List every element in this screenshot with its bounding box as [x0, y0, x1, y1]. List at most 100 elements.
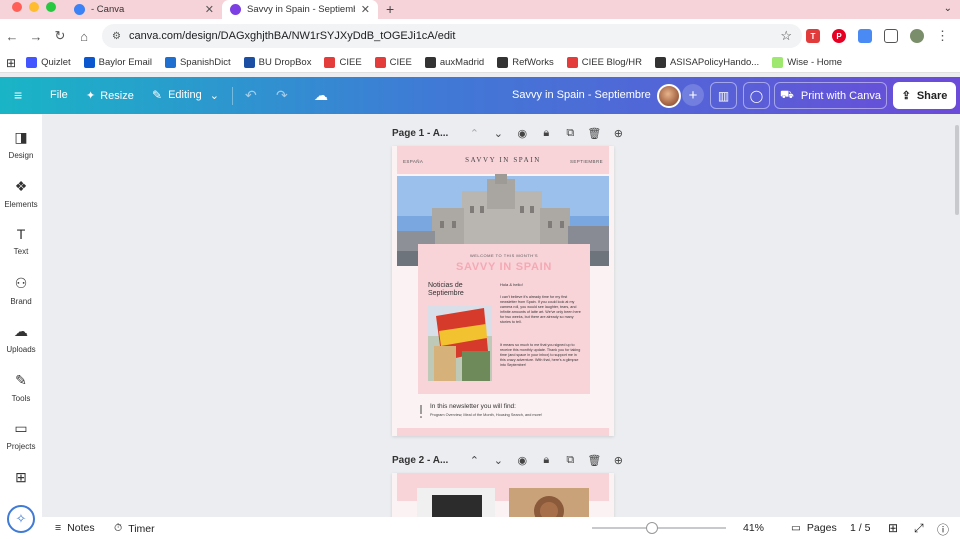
bookmark-item[interactable]: Baylor Email [83, 57, 152, 68]
close-tab-icon[interactable]: ✕ [205, 3, 214, 16]
undo-icon[interactable]: ↶ [245, 87, 257, 104]
document-title[interactable]: Savvy in Spain - Septiembre [512, 89, 651, 101]
extension-icon[interactable]: T [806, 29, 820, 43]
sidebar-item-apps[interactable]: ⊞ [0, 469, 42, 491]
maximize-window-button[interactable] [46, 2, 56, 12]
sidebar-item-text[interactable]: T Text [0, 226, 42, 256]
home-icon[interactable]: ⌂ [72, 29, 96, 44]
extension-icon[interactable] [858, 29, 872, 43]
lock-icon[interactable]: 🔒︎ [534, 127, 558, 140]
newsletter-page-1[interactable]: ESPAÑA SAVVY IN SPAIN SEPTIEMBRE WELCOME… [392, 146, 614, 436]
newsletter-artwork [397, 146, 609, 436]
sidebar-item-brand[interactable]: ⚇ Brand [0, 275, 42, 306]
comment-icon[interactable]: ◯ [743, 82, 770, 109]
sidebar-item-label: Brand [10, 296, 32, 306]
add-page-icon[interactable]: ⊕ [606, 454, 630, 467]
profile-avatar[interactable] [910, 29, 924, 43]
chevron-up-icon[interactable]: ⌃ [462, 454, 486, 467]
fullscreen-icon[interactable]: ⤢ [914, 521, 924, 536]
eye-icon[interactable]: ◉ [510, 454, 534, 467]
canvas-scrollbar[interactable] [955, 125, 959, 215]
pages-icon: ▭ [791, 522, 801, 534]
help-icon[interactable]: ⓘ [937, 521, 949, 538]
sidebar-item-tools[interactable]: ✎ Tools [0, 372, 42, 403]
bookmark-item[interactable]: CIEE Blog/HR [566, 57, 642, 68]
editing-mode-button[interactable]: ✎ Editing ⌄ [152, 88, 219, 102]
design-canvas[interactable]: Page 1 - A... ⌃ ⌄ ◉ 🔒︎ ⧉ 🗑︎ ⊕ ESPAÑA SAV… [42, 114, 960, 517]
hamburger-menu-icon[interactable]: ≡ [14, 87, 22, 103]
zoom-slider[interactable] [592, 522, 726, 534]
chevron-down-icon[interactable]: ⌄ [944, 3, 952, 14]
page-2-title[interactable]: Page 2 - A... [392, 455, 448, 466]
insights-chart-icon[interactable]: ▥ [710, 82, 737, 109]
chevron-down-icon[interactable]: ⌄ [486, 127, 510, 140]
sidebar-item-design[interactable]: ◨ Design [0, 129, 42, 160]
trash-icon[interactable]: 🗑︎ [582, 127, 606, 140]
sidebar-item-elements[interactable]: ❖ Elements [0, 178, 42, 209]
newsletter-title: SAVVY IN SPAIN [456, 261, 552, 273]
bookmark-item[interactable]: Wise - Home [772, 57, 842, 68]
bookmark-item[interactable]: RefWorks [497, 57, 554, 68]
notes-button[interactable]: ≡ Notes [55, 522, 95, 534]
chevron-down-icon[interactable]: ⌄ [486, 454, 510, 467]
grid-view-icon[interactable]: ⊞ [888, 521, 898, 535]
apps-grid-icon[interactable]: ⊞ [6, 56, 16, 70]
bookmark-item[interactable]: ASISAPolicyHando... [654, 57, 759, 68]
page-1-title[interactable]: Page 1 - A... [392, 128, 448, 139]
add-collaborator-button[interactable]: + [682, 84, 704, 106]
bookmark-label: CIEE [339, 57, 362, 68]
trash-icon[interactable]: 🗑︎ [582, 454, 606, 467]
bookmark-label: BU DropBox [258, 57, 312, 68]
sidebar-item-uploads[interactable]: ☁ Uploads [0, 323, 42, 354]
magic-assistant-button[interactable]: ✧ [7, 505, 35, 533]
bookmark-item[interactable]: Quizlet [26, 57, 71, 68]
bookmark-favicon-icon [26, 57, 38, 68]
canva-favicon-icon [230, 4, 241, 15]
add-page-icon[interactable]: ⊕ [606, 127, 630, 140]
close-tab-icon[interactable]: ✕ [361, 3, 370, 16]
bookmark-item[interactable]: auxMadrid [424, 57, 484, 68]
chevron-up-icon[interactable]: ⌃ [462, 127, 486, 140]
reload-icon[interactable]: ↻ [48, 28, 72, 44]
zoom-level[interactable]: 41% [743, 522, 764, 534]
zoom-slider-handle[interactable] [646, 522, 659, 534]
pages-button[interactable]: ▭ Pages [791, 522, 837, 534]
more-menu-icon[interactable]: ⋮ [936, 28, 949, 44]
eye-icon[interactable]: ◉ [510, 127, 534, 140]
lock-icon[interactable]: 🔒︎ [534, 454, 558, 467]
bookmark-item[interactable]: CIEE [324, 57, 362, 68]
pinterest-icon[interactable]: P [832, 29, 846, 43]
url-text[interactable]: canva.com/design/DAGxghjthBA/NW1rSYJXyDd… [129, 30, 780, 42]
new-tab-icon[interactable]: + [386, 1, 394, 19]
page-counter[interactable]: 1 / 5 [850, 522, 870, 534]
site-info-icon[interactable]: ⚙ [112, 31, 121, 42]
forward-icon[interactable]: → [24, 29, 48, 44]
text-icon: T [16, 226, 26, 242]
newsletter-page-2[interactable] [392, 473, 614, 517]
sidebar-item-projects[interactable]: ▭ Projects [0, 420, 42, 451]
redo-icon[interactable]: ↷ [276, 87, 288, 104]
cloud-saved-icon[interactable]: ☁ [314, 87, 328, 104]
timer-button[interactable]: ⏱︎ Timer [114, 522, 155, 535]
bookmark-item[interactable]: CIEE [374, 57, 412, 68]
duplicate-icon[interactable]: ⧉ [558, 127, 582, 140]
duplicate-icon[interactable]: ⧉ [558, 454, 582, 467]
bookmark-item[interactable]: SpanishDict [164, 57, 231, 68]
minimize-window-button[interactable] [29, 2, 39, 12]
browser-tab-canva[interactable]: - Canva ✕ [66, 0, 222, 19]
back-icon[interactable]: ← [0, 29, 24, 44]
close-window-button[interactable] [12, 2, 22, 12]
resize-button[interactable]: ✦ Resize [86, 89, 134, 103]
bookmark-label: CIEE Blog/HR [581, 57, 642, 68]
browser-tab-savvy[interactable]: Savvy in Spain - Septiembre ✕ [222, 0, 378, 19]
share-button[interactable]: ⇪ Share [893, 82, 956, 109]
bookmark-star-icon[interactable]: ☆ [780, 28, 792, 44]
apps-icon: ⊞ [15, 468, 27, 485]
url-bar[interactable]: ⚙ canva.com/design/DAGxghjthBA/NW1rSYJXy… [102, 24, 802, 48]
print-with-canva-button[interactable]: ⛟ Print with Canva [774, 82, 887, 109]
tools-icon: ✎ [15, 371, 27, 388]
avatar[interactable] [657, 84, 681, 108]
file-menu[interactable]: File [50, 89, 68, 101]
puzzle-icon[interactable] [884, 29, 898, 43]
bookmark-item[interactable]: BU DropBox [243, 57, 312, 68]
